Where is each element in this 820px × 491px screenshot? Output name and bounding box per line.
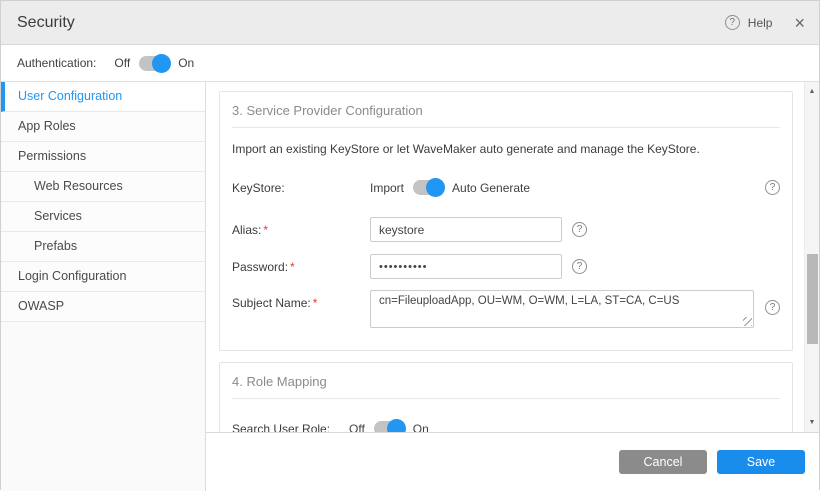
main-panel: 3. Service Provider Configuration Import… [206,82,819,491]
scroll-down-icon[interactable]: ▼ [805,419,819,426]
close-icon[interactable]: × [794,15,805,31]
page-title: Security [17,14,75,32]
subject-name-label: Subject Name:* [232,290,370,310]
vertical-scrollbar[interactable]: ▲ ▼ [804,82,819,432]
alias-input[interactable] [370,217,562,242]
scroll-content: 3. Service Provider Configuration Import… [206,82,804,432]
keystore-import-label: Import [370,181,404,195]
password-input[interactable] [370,254,562,279]
sidebar-item-services[interactable]: Services [1,202,205,232]
keystore-description: Import an existing KeyStore or let WaveM… [232,142,780,156]
authentication-on-label: On [178,56,194,70]
sidebar-item-permissions[interactable]: Permissions [1,142,205,172]
required-marker: * [263,223,268,237]
sidebar-item-user-configuration[interactable]: User Configuration [1,82,205,112]
alias-row: Alias:* ? [232,217,780,242]
authentication-off-label: Off [114,56,130,70]
subject-name-textarea[interactable]: cn=FileuploadApp, OU=WM, O=WM, L=LA, ST=… [370,290,754,328]
resize-handle[interactable] [743,317,752,326]
keystore-label: KeyStore: [232,181,370,195]
sidebar-item-owasp[interactable]: OWASP [1,292,205,322]
scroll-up-icon[interactable]: ▲ [805,88,819,95]
search-user-role-off-label: Off [349,422,365,433]
dialog-body: User Configuration App Roles Permissions… [1,82,819,491]
scrollbar-thumb[interactable] [807,254,818,344]
toggle-thumb [387,419,406,432]
dialog-header: Security ? Help × [1,1,819,45]
role-mapping-card: 4. Role Mapping Search User Role: Off On [219,362,793,432]
search-user-role-row: Search User Role: Off On [232,421,780,432]
security-dialog: Security ? Help × Authentication: Off On… [0,0,820,490]
dialog-footer: Cancel Save [206,432,819,491]
toggle-thumb [426,178,445,197]
alias-label: Alias:* [232,223,370,237]
sidebar-item-login-configuration[interactable]: Login Configuration [1,262,205,292]
keystore-help-icon[interactable]: ? [765,180,780,195]
sidebar-item-app-roles[interactable]: App Roles [1,112,205,142]
section-title-service-provider: 3. Service Provider Configuration [232,100,780,128]
password-row: Password:* ? [232,254,780,279]
sidebar: User Configuration App Roles Permissions… [1,82,206,491]
save-button[interactable]: Save [717,450,805,474]
authentication-toggle[interactable] [139,56,169,71]
search-user-role-toggle[interactable] [374,421,404,432]
service-provider-configuration-card: 3. Service Provider Configuration Import… [219,91,793,351]
required-marker: * [290,260,295,274]
password-help-icon[interactable]: ? [572,259,587,274]
sidebar-item-prefabs[interactable]: Prefabs [1,232,205,262]
cancel-button[interactable]: Cancel [619,450,707,474]
subject-name-help-icon[interactable]: ? [765,300,780,315]
subject-name-field-wrap: cn=FileuploadApp, OU=WM, O=WM, L=LA, ST=… [370,290,754,328]
keystore-toggle[interactable] [413,180,443,195]
search-user-role-on-label: On [413,422,429,433]
password-label: Password:* [232,260,370,274]
authentication-label: Authentication: [17,56,96,70]
search-user-role-label: Search User Role: [232,422,349,433]
section-title-role-mapping: 4. Role Mapping [232,371,780,399]
keystore-auto-generate-label: Auto Generate [452,181,530,195]
alias-help-icon[interactable]: ? [572,222,587,237]
keystore-row: KeyStore: Import Auto Generate ? [232,180,780,195]
required-marker: * [313,296,318,310]
help-link[interactable]: Help [748,16,773,30]
sidebar-item-web-resources[interactable]: Web Resources [1,172,205,202]
header-actions: ? Help × [725,15,805,31]
subject-name-row: Subject Name:* cn=FileuploadApp, OU=WM, … [232,290,780,328]
help-icon[interactable]: ? [725,15,740,30]
authentication-bar: Authentication: Off On [1,45,819,82]
toggle-thumb [152,54,171,73]
